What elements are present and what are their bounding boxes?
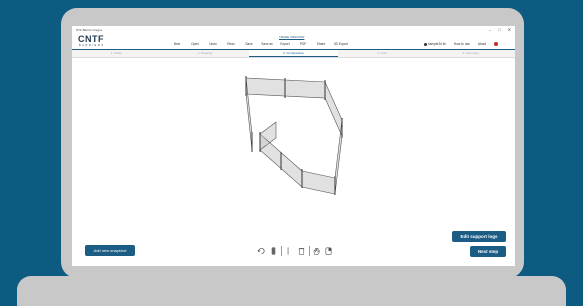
menu-item-undo[interactable]: Undo (204, 42, 222, 46)
user-account[interactable]: sample3d fix (424, 42, 446, 46)
language-flag-icon[interactable] (494, 42, 499, 46)
toolbar-divider (308, 246, 310, 256)
close-button[interactable]: ✕ (508, 27, 511, 32)
laptop-base (17, 276, 566, 306)
toolbar-divider (281, 246, 282, 256)
user-icon (424, 42, 427, 46)
viewer-toolbar (257, 246, 333, 256)
menu-item-open[interactable]: Open (186, 42, 204, 46)
trash-icon[interactable] (285, 246, 294, 256)
about-link[interactable]: About (478, 42, 486, 46)
window-controls: – □ ✕ (489, 27, 511, 32)
move-icon[interactable] (269, 246, 278, 256)
app-screen: NTF Barrier Integra – □ ✕ CNTF BARRIERS … (72, 26, 515, 266)
menu-item-redo[interactable]: Redo (222, 42, 240, 46)
zoom-icon[interactable] (324, 246, 333, 256)
logo-subtitle: BARRIERS (79, 44, 105, 47)
step-summary[interactable]: 5. Summary (426, 50, 515, 57)
next-step-button[interactable]: Next step (470, 246, 506, 257)
menu-item-share[interactable]: Share (312, 42, 330, 46)
app-header: CNTF BARRIERS TRADE CREATOR New Open Und… (72, 34, 515, 50)
delete-icon[interactable] (297, 246, 306, 256)
menu-item-export[interactable]: Export (276, 42, 294, 46)
edit-support-logs-button[interactable]: Edit support logs (452, 231, 506, 242)
step-cost[interactable]: 4. Cost (338, 50, 427, 57)
maximize-button[interactable]: □ (498, 27, 500, 32)
step-progress: 1. Mode 2. Drawing 3. Configuration 4. C… (72, 50, 515, 58)
window-titlebar: NTF Barrier Integra – □ ✕ (72, 26, 515, 34)
window-title: NTF Barrier Integra (76, 28, 102, 32)
right-menu: sample3d fix How to use About (424, 42, 499, 46)
project-name-link[interactable]: TRADE CREATOR (279, 35, 304, 39)
main-menu: New Open Undo Redo Save Save as Export P… (168, 42, 352, 46)
menu-item-new[interactable]: New (168, 42, 186, 46)
menu-item-save-as[interactable]: Save as (258, 42, 276, 46)
logo: CNTF (78, 34, 104, 44)
step-drawing[interactable]: 2. Drawing (161, 50, 250, 57)
3d-viewer[interactable] (72, 58, 515, 266)
menu-item-pdf[interactable]: PDF (294, 42, 312, 46)
add-snapshot-button[interactable]: Add new snapshot (85, 245, 135, 256)
fence-model (245, 76, 343, 195)
menu-item-save[interactable]: Save (240, 42, 258, 46)
rotate-icon[interactable] (257, 246, 266, 256)
menu-item-3d-export[interactable]: 3D Export (330, 42, 352, 46)
hand-pan-icon[interactable] (312, 246, 321, 256)
step-mode[interactable]: 1. Mode (72, 50, 161, 57)
minimize-button[interactable]: – (489, 27, 491, 32)
step-configuration[interactable]: 3. Configuration (249, 50, 338, 57)
how-to-use-link[interactable]: How to use (454, 42, 470, 46)
user-name: sample3d fix (428, 42, 446, 46)
